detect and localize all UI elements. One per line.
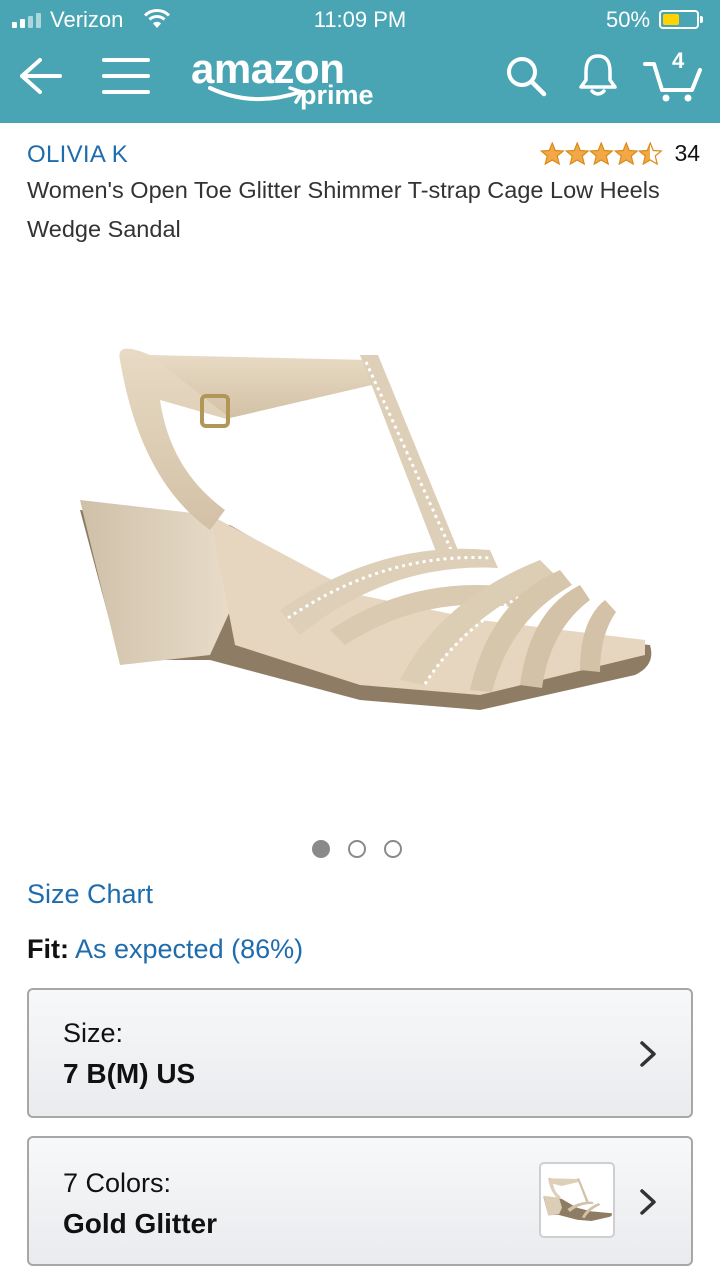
product-image[interactable] <box>60 300 660 770</box>
color-count-label: 7 Colors: <box>63 1168 172 1198</box>
search-button[interactable] <box>502 52 550 100</box>
color-value: Gold Glitter <box>63 1208 217 1239</box>
review-count: 34 <box>674 140 701 166</box>
notifications-button[interactable] <box>574 50 622 100</box>
carousel-dot[interactable] <box>384 840 402 858</box>
star-icon <box>638 141 663 165</box>
status-bar: Verizon 11:09 PM 50% <box>0 0 720 40</box>
color-selector[interactable]: 7 Colors: Gold Glitter <box>27 1136 693 1266</box>
star-icon <box>589 141 614 165</box>
sandal-illustration <box>80 348 652 710</box>
bell-icon <box>579 54 617 96</box>
battery-icon <box>659 10 699 29</box>
menu-icon <box>102 58 150 94</box>
chevron-right-icon <box>640 1041 656 1067</box>
fit-value[interactable]: As expected (86%) <box>75 934 303 964</box>
fit-label: Fit: <box>27 934 69 964</box>
star-icon <box>564 141 589 165</box>
size-value: 7 B(M) US <box>63 1058 196 1089</box>
size-label: Size: <box>63 1018 124 1048</box>
size-chart-link[interactable]: Size Chart <box>27 879 153 910</box>
size-selector[interactable]: Size: 7 B(M) US <box>27 988 693 1118</box>
carousel-dot[interactable] <box>312 840 330 858</box>
cart-count-badge: 4 <box>672 48 685 73</box>
search-icon <box>507 57 547 97</box>
star-icon <box>613 141 638 165</box>
amazon-prime-logo[interactable]: amazon prime <box>188 45 388 116</box>
battery-nub <box>700 16 703 23</box>
color-swatch-thumbnail <box>539 1162 615 1238</box>
cart-button[interactable]: 4 <box>642 48 704 102</box>
logo-prime: prime <box>300 80 374 110</box>
fit-info[interactable]: Fit: As expected (86%) <box>27 934 303 965</box>
image-carousel-dots[interactable] <box>312 840 402 858</box>
star-rating <box>540 141 663 166</box>
rating-summary[interactable]: 34 <box>540 140 700 167</box>
app-header: Verizon 11:09 PM 50% amazon prime 4 <box>0 0 720 123</box>
smile-arrow-icon <box>208 86 304 104</box>
back-arrow-icon <box>20 58 62 94</box>
brand-link[interactable]: OLIVIA K <box>27 141 128 169</box>
carousel-dot[interactable] <box>348 840 366 858</box>
battery-percent: 50% <box>606 7 651 32</box>
chevron-right-icon <box>640 1189 656 1215</box>
star-icon <box>540 141 565 165</box>
product-title: Women's Open Toe Glitter Shimmer T-strap… <box>27 177 660 242</box>
back-button[interactable] <box>14 50 66 102</box>
menu-button[interactable] <box>100 50 152 102</box>
